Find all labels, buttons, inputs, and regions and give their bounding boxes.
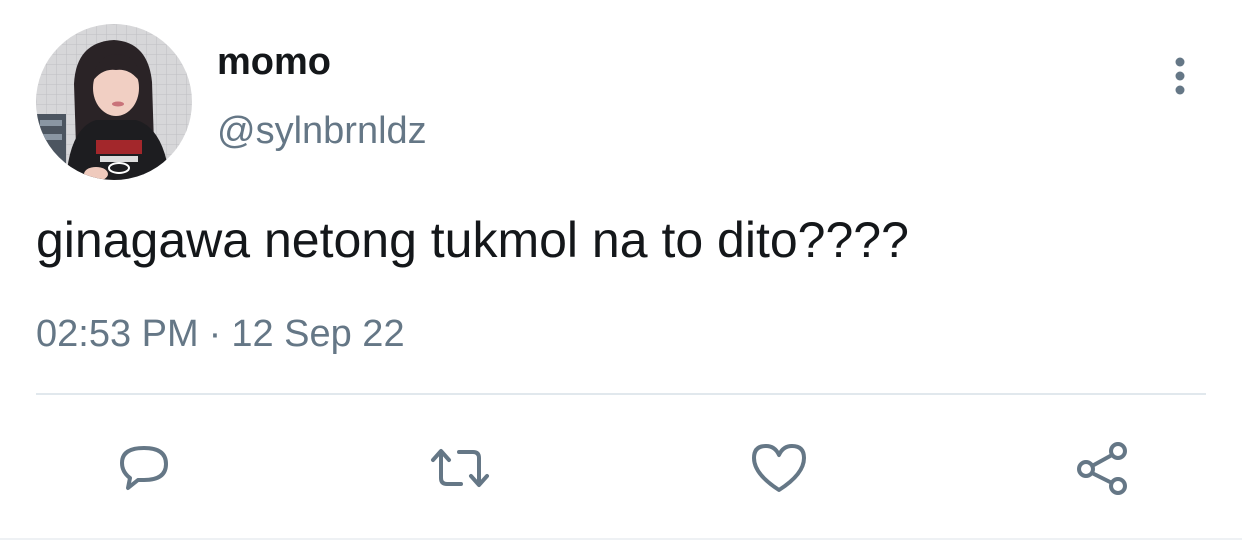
avatar[interactable]	[36, 24, 192, 180]
display-name[interactable]: momo	[217, 40, 331, 84]
timestamp-separator: ·	[208, 313, 222, 355]
tweet-card: momo @sylnbrnldz ginagawa netong tukmol …	[0, 0, 1242, 558]
tweet-time: 02:53 PM	[36, 313, 199, 355]
speech-bubble-icon	[120, 446, 168, 490]
reply-button[interactable]	[108, 432, 180, 504]
share-nodes-icon	[1077, 442, 1127, 495]
tweet-timestamp[interactable]: 02:53 PM · 12 Sep 22	[36, 310, 405, 358]
like-button[interactable]	[743, 432, 815, 504]
retweet-button[interactable]	[424, 432, 496, 504]
avatar-photo	[36, 24, 192, 180]
share-button[interactable]	[1066, 432, 1138, 504]
user-handle[interactable]: @sylnbrnldz	[217, 108, 427, 154]
tweet-text: ginagawa netong tukmol na to dito????	[36, 212, 909, 268]
heart-icon	[752, 444, 806, 492]
tweet-date: 12 Sep 22	[231, 313, 405, 355]
more-options-button[interactable]	[1158, 52, 1202, 100]
divider	[36, 393, 1206, 395]
vertical-dots-icon	[1175, 57, 1185, 95]
bottom-divider	[0, 538, 1242, 540]
retweet-arrows-icon	[431, 449, 489, 487]
